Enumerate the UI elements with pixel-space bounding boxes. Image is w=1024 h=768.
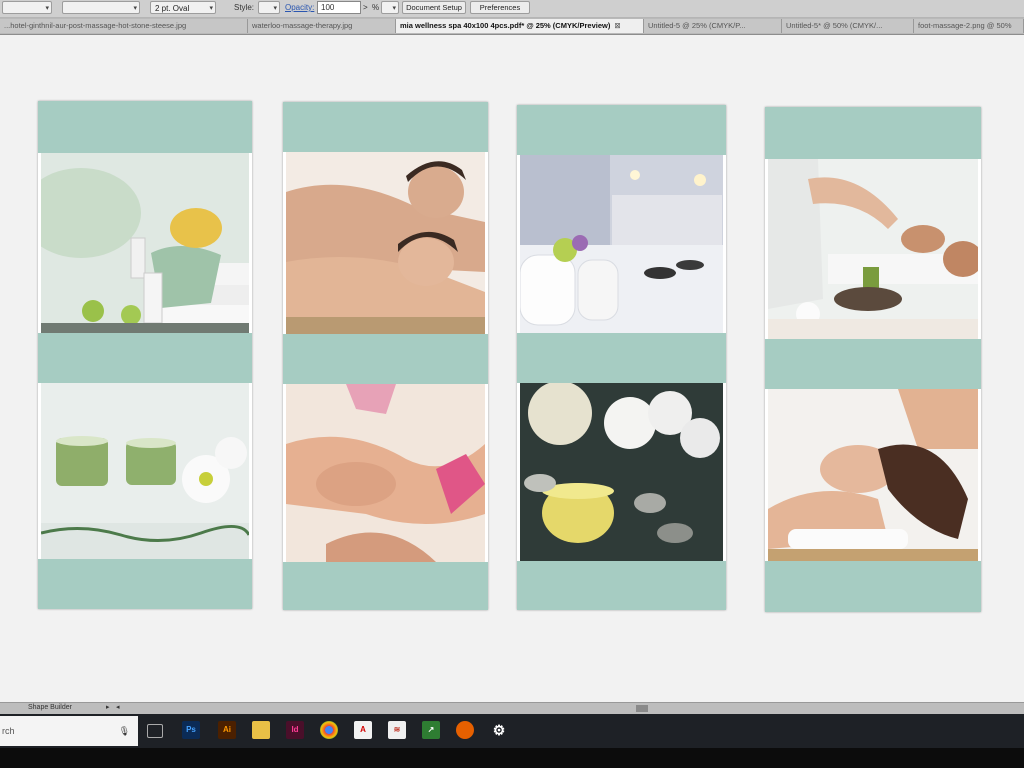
candle-orchid-photo [520, 383, 723, 561]
chevron-down-icon: ▾ [392, 5, 396, 12]
close-icon[interactable]: ⊠ [614, 21, 620, 30]
opacity-unit: % [372, 3, 380, 12]
tab-waterloo[interactable]: waterloo-massage-therapy.jpg [248, 19, 396, 33]
couple-massage-photo [286, 152, 485, 334]
tab-mia-wellness[interactable]: mia wellness spa 40x100 4pcs.pdf* @ 25% … [396, 19, 644, 33]
facial-massage-photo [768, 159, 978, 339]
tab-untitled-5-50[interactable]: Untitled-5* @ 50% (CMYK/... [782, 19, 914, 33]
monitor-bezel [0, 748, 1024, 768]
app-red-icon[interactable]: ≋ [388, 721, 406, 739]
tab-hot-stone[interactable]: ...hotel-ginthnil-aur-post-massage-hot-s… [0, 19, 248, 33]
head-massage-photo [768, 389, 978, 561]
middle-band [38, 333, 252, 383]
middle-band [283, 334, 488, 384]
chevron-down-icon: ▾ [273, 5, 277, 12]
horizontal-scrollbar-thumb[interactable] [636, 705, 648, 712]
top-band [765, 107, 981, 159]
banner-panel-1[interactable] [38, 101, 252, 609]
banner-panel-2[interactable] [283, 102, 488, 610]
app-green-icon[interactable]: ↗ [422, 721, 440, 739]
chevron-left-icon[interactable]: ◂ [116, 703, 120, 711]
search-input[interactable]: rch [2, 726, 15, 736]
control-bar: ▾ ▾ 2 pt. Oval ▾ Style: ▾ Opacity: 100 >… [0, 0, 1024, 18]
tab-label: mia wellness spa 40x100 4pcs.pdf* @ 25% … [400, 21, 611, 30]
chevron-down-icon: ▾ [133, 5, 137, 12]
spa-towels-photo [41, 153, 249, 333]
artboard-canvas[interactable] [0, 35, 1024, 702]
tool-dropdown-2[interactable]: ▾ [62, 1, 140, 14]
spa-room-photo [520, 155, 723, 333]
indesign-icon[interactable]: Id [286, 721, 304, 739]
opacity-label[interactable]: Opacity: [285, 2, 314, 14]
microphone-icon[interactable]: 🎙 [119, 716, 130, 746]
top-band [283, 102, 488, 152]
document-setup-button[interactable]: Document Setup [402, 1, 466, 14]
top-band [517, 105, 726, 155]
chevron-down-icon: ▾ [209, 5, 213, 12]
banner-panel-4[interactable] [765, 107, 981, 612]
bottom-band [38, 559, 252, 609]
photoshop-icon[interactable]: Ps [182, 721, 200, 739]
bottom-band [517, 561, 726, 610]
tab-label: Untitled-5* @ 50% (CMYK/... [786, 21, 883, 30]
brush-size-value: 2 pt. Oval [155, 4, 190, 13]
chevron-down-icon: ▾ [45, 5, 49, 12]
green-candles-photo [41, 383, 249, 559]
settings-icon[interactable]: ⚙ [490, 721, 508, 739]
preferences-button[interactable]: Preferences [470, 1, 530, 14]
style-label: Style: [234, 3, 255, 12]
illustrator-icon[interactable]: Ai [218, 721, 236, 739]
acrobat-icon[interactable]: A [354, 721, 372, 739]
style-dropdown[interactable]: ▾ [258, 1, 280, 14]
top-band [38, 101, 252, 153]
tab-label: foot-massage-2.png @ 50% [918, 21, 1012, 30]
foot-massage-photo [286, 384, 485, 562]
middle-band [765, 339, 981, 389]
opacity-input[interactable]: 100 [317, 1, 361, 14]
recolor-dropdown[interactable]: ▾ [381, 1, 399, 14]
banner-panel-3[interactable] [517, 105, 726, 610]
firefox-icon[interactable] [456, 721, 474, 739]
tab-label: Untitled-5 @ 25% (CMYK/P... [648, 21, 746, 30]
tab-label: waterloo-massage-therapy.jpg [252, 21, 353, 30]
middle-band [517, 333, 726, 383]
opacity-arrow-icon[interactable]: > [363, 2, 368, 14]
current-tool-label: Shape Builder [28, 704, 72, 711]
brush-size-dropdown[interactable]: 2 pt. Oval ▾ [150, 1, 216, 14]
tool-dropdown-1[interactable]: ▾ [2, 1, 52, 14]
tab-untitled-5[interactable]: Untitled-5 @ 25% (CMYK/P... [644, 19, 782, 33]
file-explorer-icon[interactable] [252, 721, 270, 739]
document-tab-bar: ...hotel-ginthnil-aur-post-massage-hot-s… [0, 18, 1024, 35]
bottom-band [283, 562, 488, 610]
tab-foot-massage[interactable]: foot-massage-2.png @ 50% [914, 19, 1024, 33]
task-view-icon[interactable] [147, 724, 163, 738]
chrome-icon[interactable] [320, 721, 338, 739]
taskbar-search-box[interactable]: rch 🎙 [0, 716, 138, 746]
windows-taskbar: rch 🎙 Ps Ai Id A ≋ ↗ ⚙ [0, 714, 1024, 748]
bottom-band [765, 561, 981, 612]
tab-label: ...hotel-ginthnil-aur-post-massage-hot-s… [4, 21, 187, 30]
chevron-right-icon[interactable]: ▸ [106, 703, 110, 711]
